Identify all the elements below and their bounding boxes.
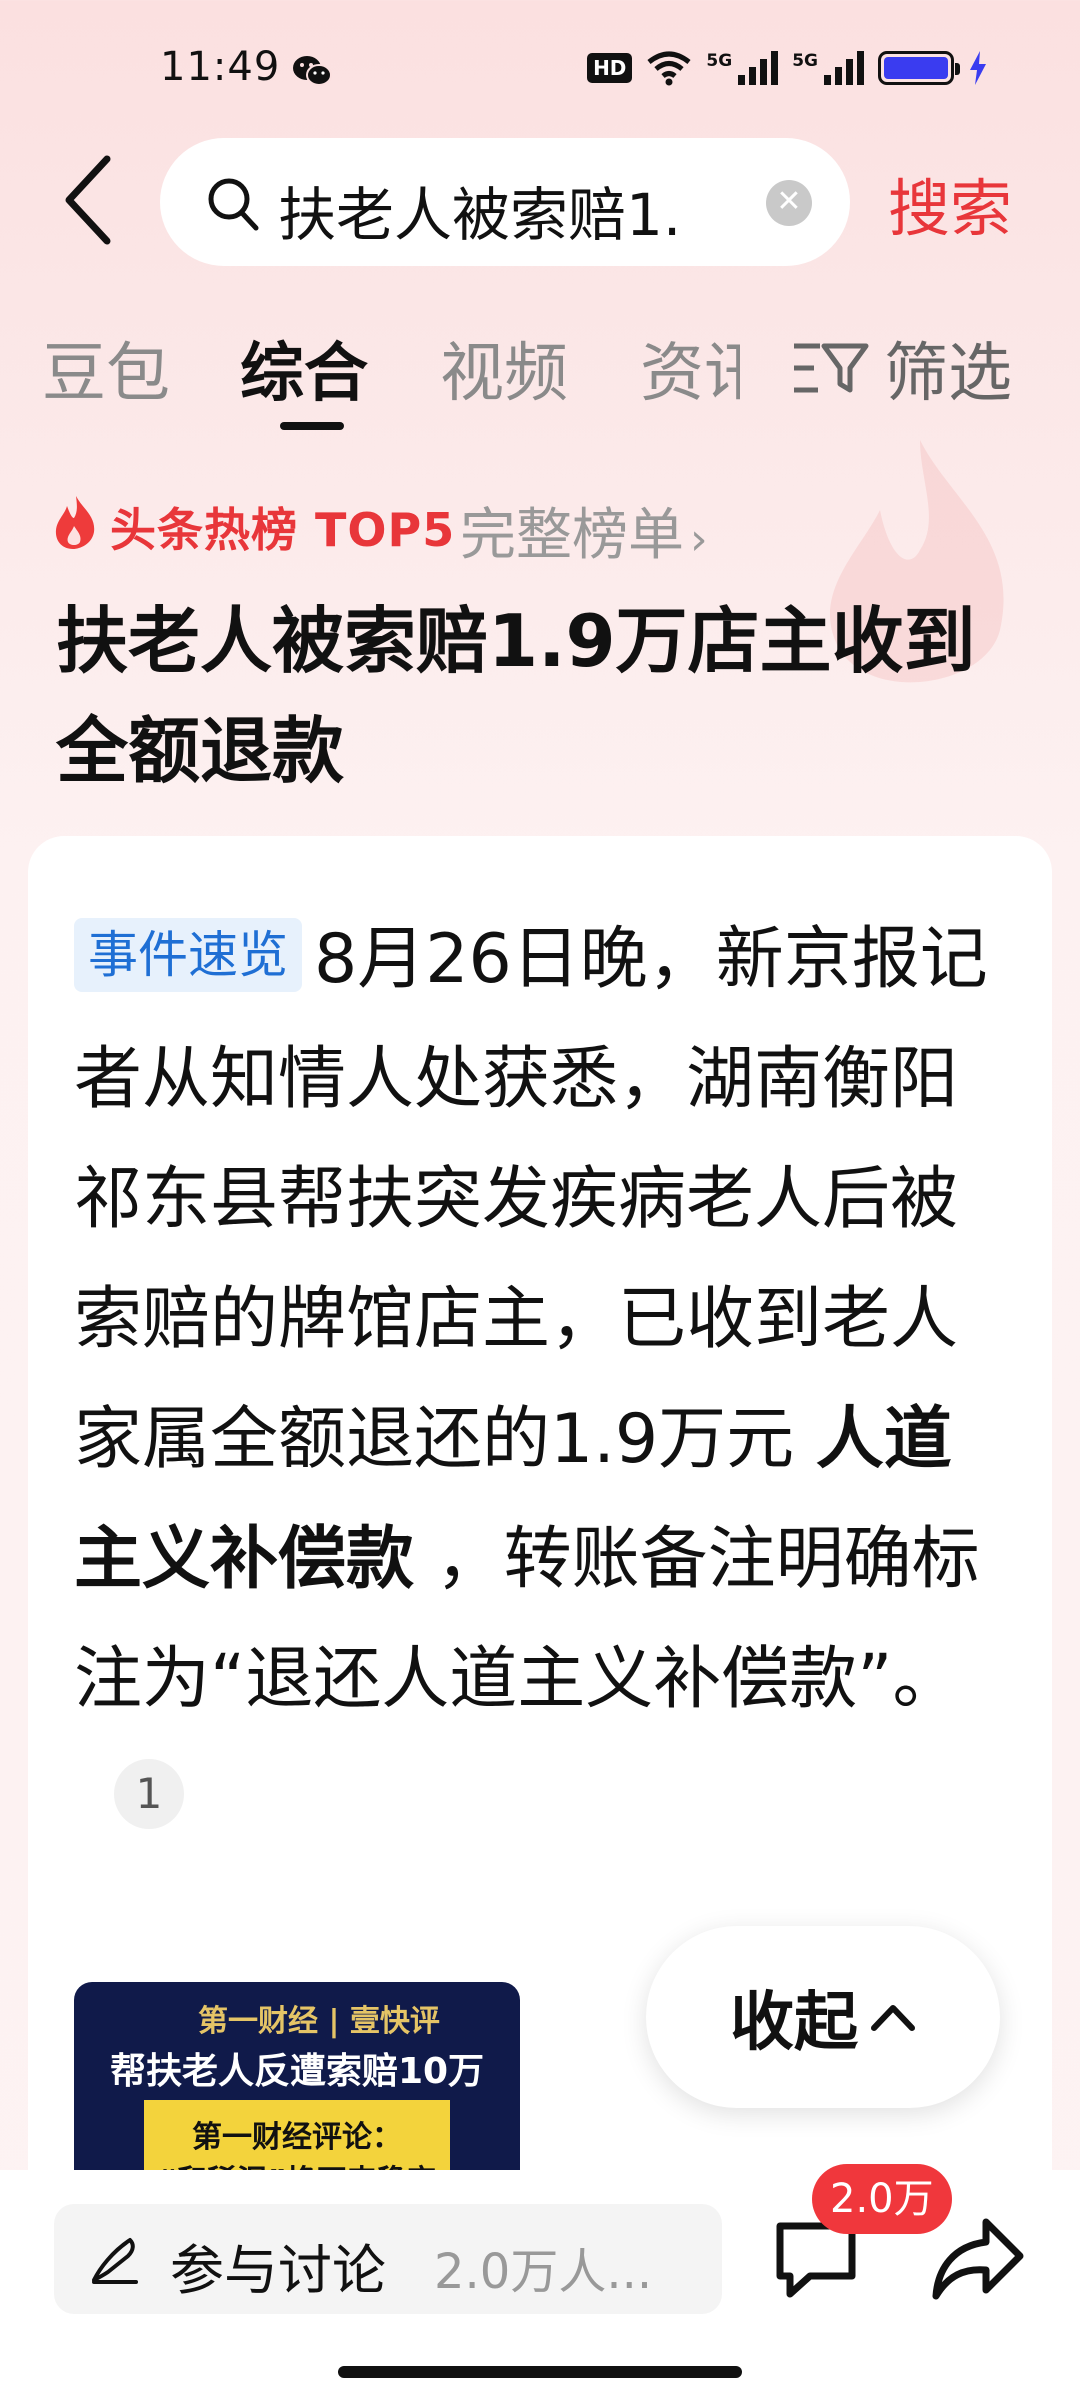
signal-1-icon: 5G	[706, 51, 779, 85]
wechat-notification-icon	[293, 56, 332, 86]
news-headline[interactable]: 扶老人被索赔1.9万店主收到全额退款	[56, 586, 1036, 806]
collapse-label: 收起	[730, 1986, 858, 2060]
filter-icon	[794, 343, 869, 393]
article-thumbnail[interactable]: 第一财经 | 壹快评 帮扶老人反遭索赔10万 第一财经评论： “和稀泥”换不来稳…	[74, 1982, 520, 2182]
home-indicator[interactable]	[338, 2366, 742, 2378]
summary-text-part1: 8月26日晚，新京报记者从知情人处获悉，湖南衡阳祁东县帮扶突发疾病老人后被索赔的…	[74, 920, 988, 1479]
tab-doubao[interactable]: 豆包	[42, 322, 170, 414]
clear-search-icon[interactable]: ✕	[766, 180, 812, 226]
discuss-count: 2.0万人...	[434, 2244, 653, 2300]
tab-comprehensive[interactable]: 综合	[240, 322, 368, 414]
search-input[interactable]: 扶老人被索赔1. ✕	[160, 138, 850, 266]
hot-list-label: 头条热榜 TOP5	[110, 503, 456, 557]
status-indicators: HD 5G 5G	[587, 50, 988, 86]
status-time: 11:49	[160, 44, 281, 90]
search-icon	[208, 178, 259, 231]
tab-news[interactable]: 资讯	[640, 322, 740, 414]
active-tab-indicator	[280, 422, 344, 430]
charging-icon	[970, 51, 986, 85]
back-button[interactable]	[48, 150, 128, 250]
filter-label: 筛选	[884, 337, 1012, 411]
thumbnail-brand: 第一财经 | 壹快评	[198, 2004, 440, 2039]
tab-video[interactable]: 视频	[440, 322, 568, 414]
reference-badge[interactable]: 1	[114, 1759, 184, 1829]
filter-button[interactable]: 筛选	[790, 322, 1012, 414]
join-discussion-input[interactable]: 参与讨论 2.0万人...	[54, 2204, 722, 2314]
flame-icon	[55, 496, 95, 549]
chevron-right-icon: ›	[690, 514, 708, 565]
pen-icon	[92, 2238, 138, 2284]
search-button[interactable]: 搜索	[888, 158, 1012, 248]
event-summary-tag: 事件速览	[74, 918, 302, 992]
full-list-label: 完整榜单	[460, 503, 684, 568]
signal-2-icon: 5G	[792, 51, 864, 85]
discuss-label: 参与讨论	[170, 2239, 386, 2302]
status-bar: 11:49 HD 5G 5G	[0, 0, 1080, 130]
summary-text: 事件速览 8月26日晚，新京报记者从知情人处获悉，湖南衡阳祁东县帮扶突发疾病老人后…	[74, 900, 1018, 1860]
share-icon[interactable]	[930, 2216, 1026, 2302]
hd-voice-icon: HD	[587, 53, 633, 83]
wifi-icon	[647, 51, 691, 86]
thumbnail-subtitle-line1: 第一财经评论：	[192, 2120, 402, 2155]
thumbnail-title: 帮扶老人反遭索赔10万	[109, 2051, 485, 2092]
chevron-left-icon	[65, 155, 111, 245]
battery-icon	[878, 51, 960, 85]
search-query-text[interactable]: 扶老人被索赔1.	[278, 168, 718, 252]
full-list-link[interactable]: 完整榜单 ›	[460, 490, 708, 571]
collapse-button[interactable]: 收起	[646, 1926, 1000, 2108]
chevron-up-icon	[871, 2005, 915, 2031]
